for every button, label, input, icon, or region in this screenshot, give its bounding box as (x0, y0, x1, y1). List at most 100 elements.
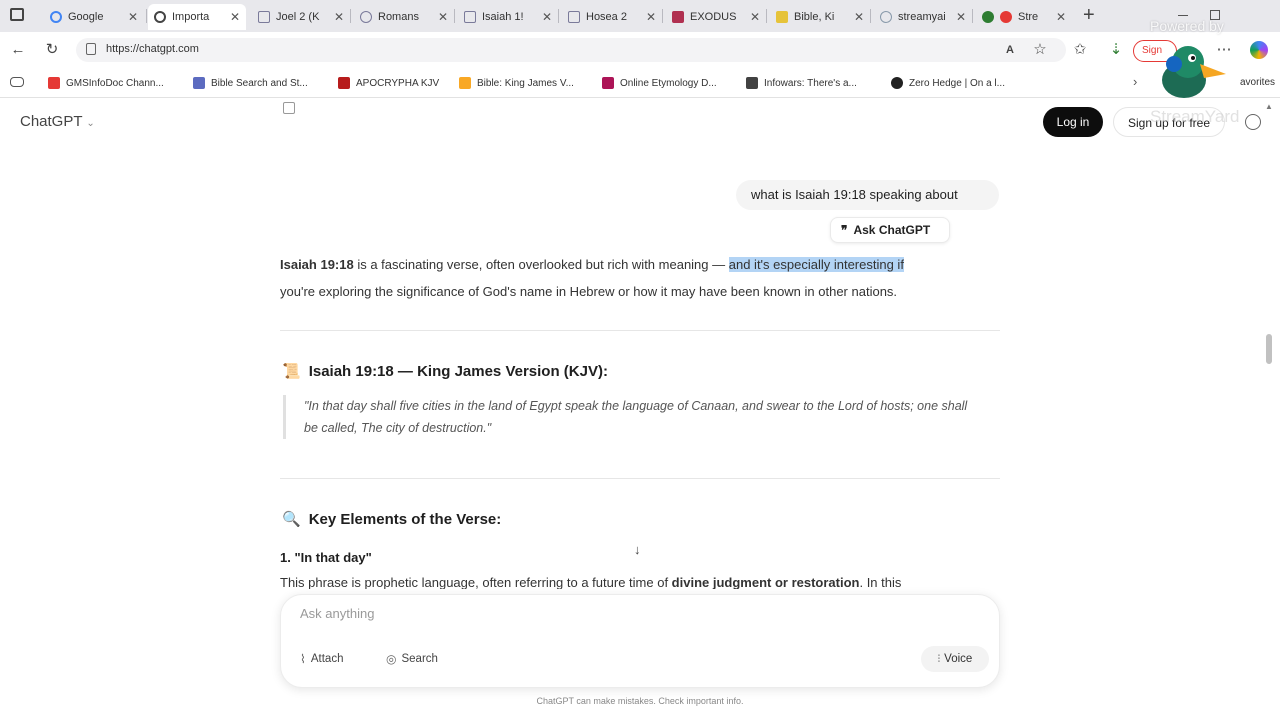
tab-hosea[interactable]: Hosea 2 ✕ (562, 4, 662, 30)
login-button[interactable]: Log in (1043, 107, 1103, 137)
verse-blockquote: "In that day shall five cities in the la… (283, 395, 983, 439)
other-favorites-label[interactable]: avorites (1240, 77, 1275, 88)
tab-divider (454, 9, 455, 23)
close-icon[interactable]: ✕ (956, 10, 966, 24)
tab-exodus[interactable]: EXODUS ✕ (666, 4, 766, 30)
bookmark-item[interactable]: Bible Search and St... (193, 76, 308, 90)
scroll-down-arrow-icon[interactable]: ↓ (634, 542, 641, 557)
tab-label: Joel 2 (K (276, 11, 320, 23)
youtube-icon (48, 77, 60, 89)
tab-label: Google (68, 11, 104, 23)
favorite-star-icon[interactable]: ☆ (1030, 40, 1050, 60)
bookmark-label: APOCRYPHA KJV (356, 77, 440, 89)
divider (280, 330, 1000, 331)
new-tab-button[interactable]: + (1083, 4, 1095, 27)
globe-icon: ◎ (386, 652, 397, 666)
etymology-icon (602, 77, 614, 89)
close-icon[interactable]: ✕ (230, 10, 240, 24)
response-intro: Isaiah 19:18 is a fascinating verse, oft… (280, 256, 1000, 274)
bookmark-label: Bible: King James V... (477, 77, 574, 89)
bookmark-label: Bible Search and St... (211, 77, 308, 89)
page-favicon-icon (360, 11, 372, 23)
tab-streamyard-search[interactable]: streamyai ✕ (874, 4, 972, 30)
copilot-icon[interactable] (1250, 41, 1268, 59)
site-info-icon[interactable] (86, 43, 96, 55)
bible-kjv-icon (459, 77, 471, 89)
streamyard-favicon-icon (982, 11, 994, 23)
tab-google[interactable]: Google ✕ (44, 4, 144, 30)
voice-label: Voice (944, 653, 973, 665)
ask-chatgpt-button[interactable]: ❞ Ask ChatGPT (830, 217, 950, 243)
close-icon[interactable]: ✕ (438, 10, 448, 24)
sidebar-toggle-icon[interactable] (10, 8, 24, 21)
chevron-down-icon: ⌄ (86, 118, 95, 129)
close-icon[interactable]: ✕ (854, 10, 864, 24)
close-icon[interactable]: ✕ (646, 10, 656, 24)
divider (280, 478, 1000, 479)
copy-icon[interactable] (283, 102, 295, 114)
read-aloud-icon[interactable]: A (1000, 40, 1020, 60)
user-message-bubble: what is Isaiah 19:18 speaking about (736, 180, 999, 210)
watermark-brand: StreamYard (1150, 107, 1240, 126)
chatgpt-favicon-icon (154, 11, 166, 23)
scrollbar-thumb[interactable] (1266, 334, 1272, 364)
chevron-right-icon[interactable]: › (1133, 74, 1137, 89)
bookmark-item[interactable]: APOCRYPHA KJV (338, 76, 439, 90)
list-item-text: This phrase is prophetic language, often… (280, 575, 1000, 589)
tab-bible-kjv[interactable]: Bible, Ki ✕ (770, 4, 870, 30)
downloads-icon[interactable]: ⇣ (1106, 40, 1126, 60)
ask-chatgpt-label: Ask ChatGPT (853, 223, 931, 237)
page-favicon-icon (464, 11, 476, 23)
section-heading-kjv: 📜 Isaiah 19:18 — King James Version (KJV… (282, 362, 608, 381)
bookmark-item[interactable]: Online Etymology D... (602, 76, 717, 90)
collections-icon[interactable] (10, 77, 24, 87)
close-icon[interactable]: ✕ (128, 10, 138, 24)
bookmark-item[interactable]: GMSInfoDoc Chann... (48, 76, 164, 90)
scrollbar-up-arrow[interactable]: ▲ (1265, 102, 1273, 111)
bookmark-item[interactable]: Bible: King James V... (459, 76, 574, 90)
intro-text: is a fascinating verse, often overlooked… (353, 257, 729, 272)
attach-button[interactable]: ⌇ Attach (300, 647, 343, 671)
tab-streamyard[interactable]: Stre ✕ (976, 4, 1072, 30)
item-text: This phrase is prophetic language, often… (280, 575, 672, 589)
help-icon[interactable] (1245, 114, 1261, 130)
close-icon[interactable]: ✕ (750, 10, 760, 24)
close-icon[interactable]: ✕ (542, 10, 552, 24)
brand-title[interactable]: ChatGPT ⌄ (20, 113, 95, 130)
streamyard-duck-logo (1162, 46, 1226, 98)
verse-reference: Isaiah 19:18 (280, 257, 354, 272)
tab-label: Romans (378, 11, 419, 23)
tab-divider (766, 9, 767, 23)
attach-label: Attach (310, 653, 344, 665)
address-bar[interactable] (76, 38, 1066, 62)
page-favicon-icon (258, 11, 270, 23)
voice-button[interactable]: ⫶ Voice (921, 646, 989, 672)
search-button[interactable]: ◎ Search (386, 647, 438, 671)
tab-isaiah[interactable]: Isaiah 1! ✕ (458, 4, 558, 30)
reload-icon[interactable]: ↻ (42, 40, 62, 60)
tab-active-chatgpt[interactable]: Importa ✕ (148, 4, 246, 30)
infowars-icon (746, 77, 758, 89)
tab-divider (146, 9, 147, 23)
minimize-window-icon[interactable] (1178, 15, 1188, 16)
bookmark-item[interactable]: Infowars: There's a... (746, 76, 857, 90)
watermark-powered-by: Powered by (1150, 18, 1224, 34)
close-icon[interactable]: ✕ (1056, 10, 1066, 24)
item-bold: divine judgment or restoration (671, 575, 860, 589)
bookmark-label: Online Etymology D... (620, 77, 717, 89)
bookmark-label: GMSInfoDoc Chann... (66, 77, 164, 89)
close-icon[interactable]: ✕ (334, 10, 344, 24)
favorites-list-icon[interactable]: ✩ (1070, 40, 1090, 60)
tab-joel[interactable]: Joel 2 (K ✕ (252, 4, 350, 30)
section-title: Isaiah 19:18 — King James Version (KJV): (308, 362, 608, 380)
response-intro-line2: you're exploring the significance of God… (280, 284, 898, 299)
tab-label: EXODUS (690, 11, 737, 23)
tab-label: Stre (1018, 11, 1039, 23)
bookmark-item[interactable]: Zero Hedge | On a l... (891, 76, 1005, 90)
back-arrow-icon[interactable]: ← (8, 40, 28, 60)
url-text[interactable]: https://chatgpt.com (106, 43, 199, 55)
tab-romans[interactable]: Romans ✕ (354, 4, 454, 30)
tab-divider (350, 9, 351, 23)
exodus-favicon-icon (672, 11, 684, 23)
prompt-input[interactable] (300, 606, 900, 621)
